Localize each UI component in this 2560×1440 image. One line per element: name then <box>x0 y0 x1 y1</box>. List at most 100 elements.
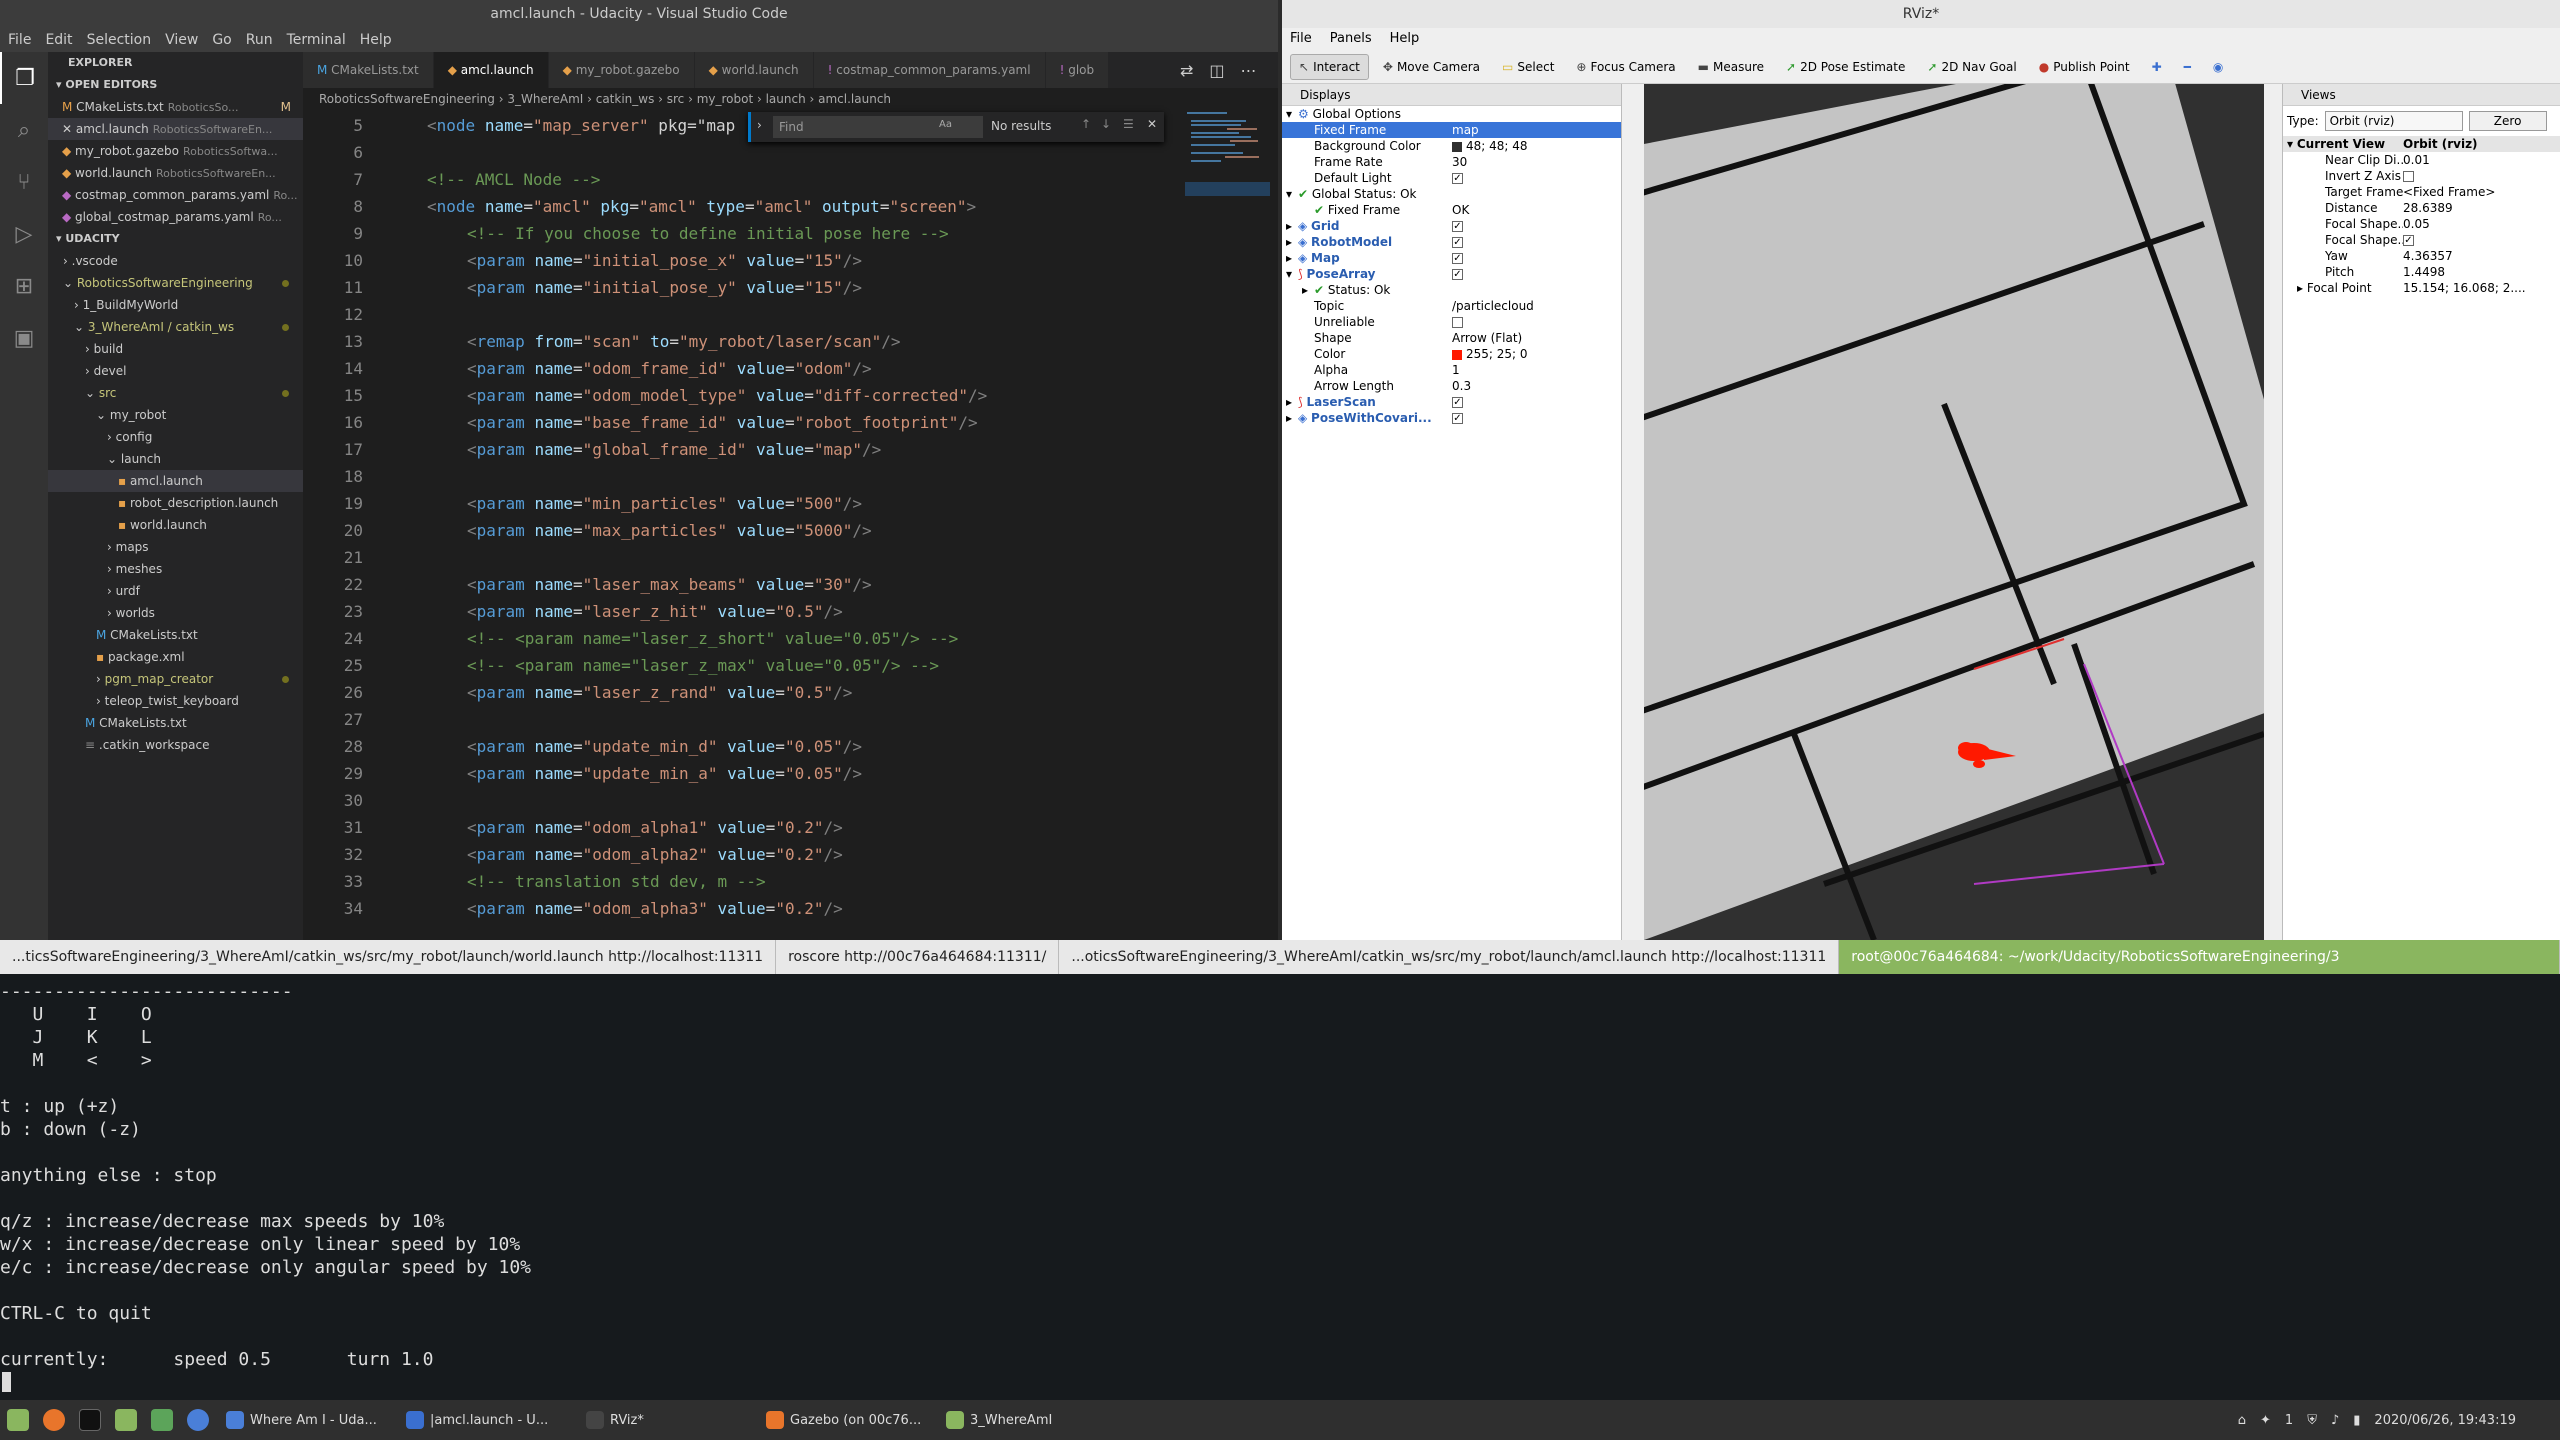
display-row[interactable]: Color 255; 25; 0 <box>1282 346 1621 362</box>
menu-selection[interactable]: Selection <box>87 28 152 52</box>
checkbox[interactable]: ✓ <box>1452 221 1463 232</box>
display-row[interactable]: ▸ ⟆ LaserScan ✓ <box>1282 394 1621 410</box>
menu-help[interactable]: Help <box>360 28 392 52</box>
clock[interactable]: 2020/06/26, 19:43:19 <box>2374 1413 2516 1428</box>
view-row[interactable]: ▸ Focal Point 15.154; 16.068; 2.... <box>2283 280 2560 296</box>
tree-item[interactable]: M CMakeLists.txt <box>48 624 303 646</box>
terminal[interactable]: --------------------------- U I O J K L … <box>0 974 2560 1400</box>
menu-button[interactable] <box>0 1400 36 1440</box>
tree-item[interactable]: › maps <box>48 536 303 558</box>
view-row[interactable]: Target Frame <Fixed Frame> <box>2283 184 2560 200</box>
tree-item[interactable]: ⌄ my_robot <box>48 404 303 426</box>
expand-icon[interactable]: ▾ <box>1286 186 1298 202</box>
close-find-icon[interactable]: ✕ <box>1147 117 1157 131</box>
menu-run[interactable]: Run <box>246 28 273 52</box>
remove-tool-icon[interactable]: ━ <box>2176 54 2199 80</box>
open-editor-item[interactable]: ◆ my_robot.gazebo RoboticsSoftwa... <box>48 140 303 162</box>
editor-tab[interactable]: ◆ world.launch <box>694 52 814 88</box>
terminal-tab[interactable]: root@00c76a464684: ~/work/Udacity/Roboti… <box>1839 940 2560 974</box>
expand-icon[interactable]: ▾ <box>1286 106 1298 122</box>
tree-item[interactable]: › pgm_map_creator <box>48 668 303 690</box>
view-row[interactable]: Focal Shape... 0.05 <box>2283 216 2560 232</box>
explorer-icon[interactable]: ❐ <box>0 52 48 104</box>
tree-item[interactable]: › meshes <box>48 558 303 580</box>
tree-item[interactable]: › .vscode <box>48 250 303 272</box>
display-row[interactable]: ▸ ◈ RobotModel ✓ <box>1282 234 1621 250</box>
chrome-launcher[interactable] <box>180 1400 216 1440</box>
checkbox[interactable]: ✓ <box>1452 413 1463 424</box>
tree-item[interactable]: › devel <box>48 360 303 382</box>
appstore-launcher[interactable] <box>144 1400 180 1440</box>
checkbox[interactable]: ✓ <box>1452 173 1463 184</box>
tree-item[interactable]: ⌄ launch <box>48 448 303 470</box>
close-icon[interactable]: ✕ <box>62 122 76 136</box>
rviz-menu-panels[interactable]: Panels <box>1330 28 1372 50</box>
tree-item[interactable]: › build <box>48 338 303 360</box>
firefox-launcher[interactable] <box>36 1400 72 1440</box>
editor-tab[interactable]: ! costmap_common_params.yaml <box>813 52 1046 88</box>
workspace-header[interactable]: ▾ UDACITY <box>48 228 303 250</box>
tree-item[interactable]: ▪ package.xml <box>48 646 303 668</box>
tool-focus-camera[interactable]: ⊕ Focus Camera <box>1568 54 1683 80</box>
display-row[interactable]: ▾ ⟆ PoseArray ✓ <box>1282 266 1621 282</box>
more-actions-icon[interactable]: ⋯ <box>1241 61 1257 80</box>
tray-notification-icon[interactable]: ✦ <box>2260 1413 2271 1428</box>
view-row[interactable]: Pitch 1.4498 <box>2283 264 2560 280</box>
tool-publish-point[interactable]: ● Publish Point <box>2031 54 2138 80</box>
tray-shield-icon[interactable]: ⛨ <box>2307 1413 2317 1428</box>
taskbar-window[interactable]: Gazebo (on 00c76... <box>756 1400 936 1440</box>
tray-battery-icon[interactable]: ▮ <box>2353 1413 2360 1428</box>
tool-2d-pose-estimate[interactable]: ➚ 2D Pose Estimate <box>1778 54 1913 80</box>
terminal-tab[interactable]: roscore http://00c76a464684:11311/ <box>776 940 1060 974</box>
taskbar-window[interactable]: RViz* <box>576 1400 756 1440</box>
tool-select[interactable]: ▭ Select <box>1494 54 1562 80</box>
views-type-select[interactable]: Orbit (rviz) <box>2324 111 2463 131</box>
files-launcher[interactable] <box>108 1400 144 1440</box>
expand-icon[interactable]: ▸ <box>1286 234 1298 250</box>
checkbox[interactable]: ✓ <box>1452 269 1463 280</box>
taskbar-window[interactable]: 3_WhereAmI <box>936 1400 1116 1440</box>
open-editor-item[interactable]: ◆ costmap_common_params.yaml Ro... <box>48 184 303 206</box>
terminal-tab[interactable]: ...oticsSoftwareEngineering/3_WhereAmI/c… <box>1059 940 1840 974</box>
match-case-icon[interactable]: Aa <box>939 119 952 130</box>
rviz-menu-help[interactable]: Help <box>1390 28 1420 50</box>
expand-icon[interactable]: ▸ <box>1302 282 1314 298</box>
open-editor-item[interactable]: ◆ global_costmap_params.yaml Ro... <box>48 206 303 228</box>
open-editor-item[interactable]: ✕ amcl.launch RoboticsSoftwareEn... <box>48 118 303 140</box>
view-row[interactable]: Yaw 4.36357 <box>2283 248 2560 264</box>
rviz-menu-file[interactable]: File <box>1290 28 1312 50</box>
expand-icon[interactable]: ▸ <box>1286 218 1298 234</box>
display-row[interactable]: Shape Arrow (Flat) <box>1282 330 1621 346</box>
expand-icon[interactable]: ▸ <box>1286 250 1298 266</box>
taskbar-window[interactable]: |amcl.launch - U... <box>396 1400 576 1440</box>
tool-2d-nav-goal[interactable]: ➚ 2D Nav Goal <box>1919 54 2024 80</box>
find-in-selection-icon[interactable]: ☰ <box>1123 117 1134 131</box>
tree-item[interactable]: › teleop_twist_keyboard <box>48 690 303 712</box>
display-row[interactable]: Frame Rate 30 <box>1282 154 1621 170</box>
checkbox[interactable] <box>1452 317 1463 328</box>
view-row[interactable]: Near Clip Di... 0.01 <box>2283 152 2560 168</box>
split-editor-icon[interactable]: ◫ <box>1209 61 1224 80</box>
open-editor-item[interactable]: M CMakeLists.txt RoboticsSo... M <box>48 96 303 118</box>
menu-view[interactable]: View <box>165 28 198 52</box>
checkbox[interactable]: ✓ <box>2403 235 2414 246</box>
tree-item[interactable]: › config <box>48 426 303 448</box>
display-row[interactable]: Topic/particlecloud <box>1282 298 1621 314</box>
view-row[interactable]: Focal Shape... ✓ <box>2283 232 2560 248</box>
prev-match-icon[interactable]: ↑ <box>1081 117 1091 131</box>
display-row[interactable]: Alpha 1 <box>1282 362 1621 378</box>
open-changes-icon[interactable]: ⇄ <box>1180 61 1193 80</box>
expand-icon[interactable]: ▾ <box>1286 266 1298 282</box>
run-debug-icon[interactable]: ▷ <box>0 208 48 260</box>
display-row[interactable]: ▸ ◈ Map ✓ <box>1282 250 1621 266</box>
camera-type-icon[interactable]: ◉ <box>2205 54 2231 80</box>
open-editors-header[interactable]: ▾ OPEN EDITORS <box>48 74 303 96</box>
tree-item[interactable]: › worlds <box>48 602 303 624</box>
tree-item[interactable]: › urdf <box>48 580 303 602</box>
expand-icon[interactable]: ▸ <box>1286 410 1298 426</box>
tool-interact[interactable]: ↖ Interact <box>1290 53 1369 80</box>
open-editor-item[interactable]: ◆ world.launch RoboticsSoftwareEn... <box>48 162 303 184</box>
3d-view[interactable]: ◂ ▸ <box>1644 84 2264 940</box>
display-row[interactable]: ▸ ◈ PoseWithCovari... ✓ <box>1282 410 1621 426</box>
terminal-launcher[interactable] <box>72 1400 108 1440</box>
